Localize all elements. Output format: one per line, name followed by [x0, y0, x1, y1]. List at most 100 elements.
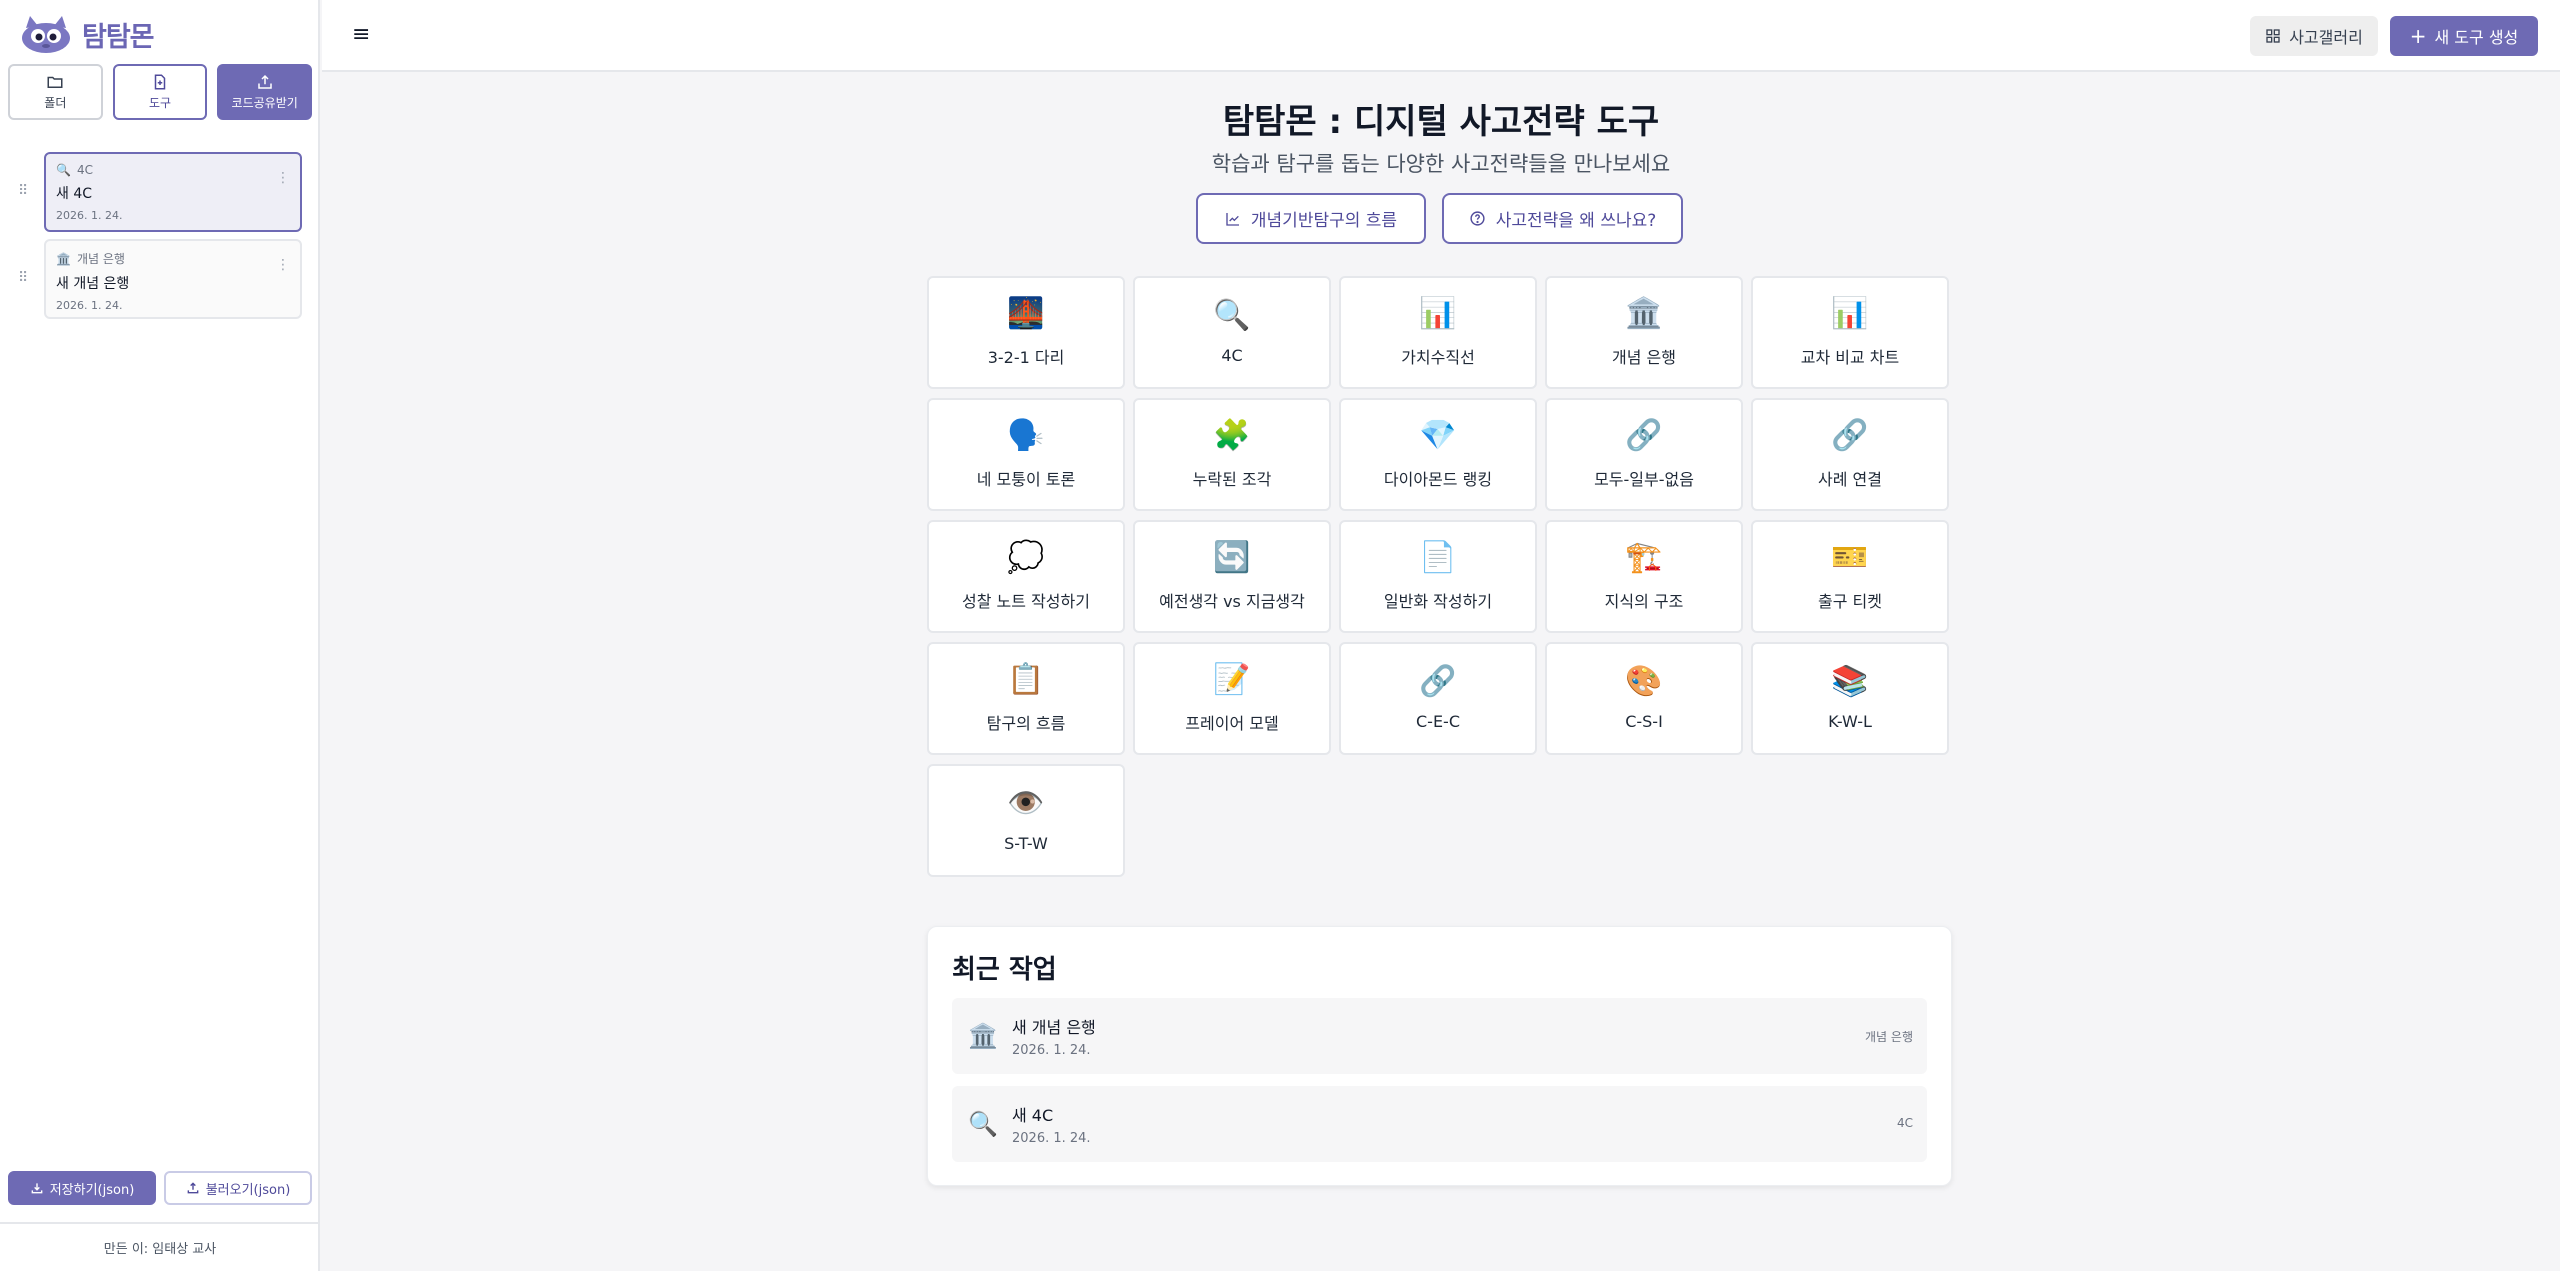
ticket-icon: 🎫	[1831, 539, 1869, 575]
drag-handle-icon[interactable]: ⠿	[18, 271, 28, 285]
tool-card-stw[interactable]: 👁️ S-T-W	[927, 764, 1125, 877]
magnifier-icon: 🔍	[56, 163, 71, 177]
file-type: 🏛️ 개념 은행	[56, 250, 290, 267]
books-icon: 📚	[1831, 664, 1869, 699]
new-tool-button[interactable]: + 새 도구 생성	[2390, 16, 2538, 56]
recent-item[interactable]: 🏛️ 새 개념 은행 2026. 1. 24. 개념 은행	[952, 998, 1927, 1074]
diamond-icon: 💎	[1419, 417, 1457, 453]
sidebar-footer: 만든 이: 임태상 교사	[0, 1222, 320, 1271]
recent-item-name: 새 개념 은행	[1012, 1018, 1096, 1037]
why-strategies-button[interactable]: 사고전략을 왜 쓰나요?	[1442, 193, 1683, 244]
download-icon	[31, 1183, 43, 1194]
receive-code-button[interactable]: 코드공유받기	[217, 64, 313, 120]
palette-icon: 🎨	[1625, 664, 1663, 699]
tool-card-case-connection[interactable]: 🔗 사례 연결	[1751, 398, 1949, 511]
refresh-icon: 🔄	[1213, 539, 1251, 575]
why-strategies-label: 사고전략을 왜 쓰나요?	[1495, 211, 1657, 231]
inquiry-flow-label: 개념기반탐구의 흐름	[1250, 211, 1398, 231]
construction-icon: 🏗️	[1625, 539, 1663, 575]
recent-work-title: 최근 작업	[952, 955, 1057, 985]
tool-label: 누락된 조각	[1192, 469, 1272, 489]
drag-handle-icon[interactable]: ⠿	[18, 184, 28, 198]
speaking-head-icon: 🗣️	[1007, 417, 1045, 453]
tool-label: C-E-C	[1416, 712, 1460, 731]
tool-card-diamond-ranking[interactable]: 💎 다이아몬드 랭킹	[1339, 398, 1537, 511]
tool-card-value-line[interactable]: 📊 가치수직선	[1339, 276, 1537, 389]
bank-icon: 🏛️	[968, 1022, 998, 1050]
save-json-button[interactable]: 저장하기(json)	[8, 1171, 156, 1205]
memo-icon: 📝	[1213, 661, 1251, 697]
file-list: ⠿ 🔍 4C 새 4C 2026. 1. 24. ⋮ ⠿ 🏛️ 개념 은행 새 …	[12, 152, 308, 326]
recent-item-date: 2026. 1. 24.	[1012, 1043, 1091, 1058]
tool-card-cross-chart[interactable]: 📊 교차 비교 차트	[1751, 276, 1949, 389]
file-io-actions: 저장하기(json) 불러오기(json)	[8, 1171, 312, 1205]
file-row: ⠿ 🔍 4C 새 4C 2026. 1. 24. ⋮	[12, 152, 308, 232]
tool-card-concept-bank[interactable]: 🏛️ 개념 은행	[1545, 276, 1743, 389]
tool-label: 교차 비교 차트	[1800, 347, 1900, 367]
file-type-label: 4C	[76, 163, 93, 177]
file-date: 2026. 1. 24.	[56, 209, 123, 222]
tool-card-frayer-model[interactable]: 📝 프레이어 모델	[1133, 642, 1331, 755]
tool-card-reflection-note[interactable]: 💭 성찰 노트 작성하기	[927, 520, 1125, 633]
tool-card-then-now[interactable]: 🔄 예전생각 vs 지금생각	[1133, 520, 1331, 633]
tool-label: S-T-W	[1004, 834, 1048, 853]
tool-label: 모두-일부-없음	[1594, 469, 1694, 489]
recent-item[interactable]: 🔍 새 4C 2026. 1. 24. 4C	[952, 1086, 1927, 1162]
file-name: 새 4C	[56, 186, 93, 202]
folder-button[interactable]: 폴더	[8, 64, 103, 120]
page-subtitle: 학습과 탐구를 돕는 다양한 사고전략들을 만나보세요	[1211, 152, 1671, 176]
gallery-button[interactable]: 사고갤러리	[2250, 16, 2378, 56]
link-icon: 🔗	[1831, 417, 1869, 453]
tool-label: 4C	[1221, 346, 1243, 365]
sidebar: 탐탐몬 폴더 도구 코드공유받기 ⠿ 🔍 4C 새 4C 2026. 1. 24…	[0, 0, 320, 1271]
save-json-label: 저장하기(json)	[49, 1182, 135, 1198]
tool-card-all-some-none[interactable]: 🔗 모두-일부-없음	[1545, 398, 1743, 511]
load-json-label: 불러오기(json)	[205, 1182, 291, 1198]
inquiry-flow-button[interactable]: 개념기반탐구의 흐름	[1196, 193, 1426, 244]
tool-button[interactable]: 도구	[112, 64, 208, 120]
tool-label: 성찰 노트 작성하기	[962, 591, 1090, 611]
bank-icon: 🏛️	[1625, 295, 1663, 331]
tool-card-csi[interactable]: 🎨 C-S-I	[1545, 642, 1743, 755]
tool-label: 탐구의 흐름	[986, 713, 1066, 733]
help-circle-icon	[1470, 211, 1485, 226]
tool-grid: 🌉 3-2-1 다리 🔍 4C 📊 가치수직선 🏛️ 개념 은행 📊 교차 비교 차트 🗣…	[927, 276, 1952, 877]
file-type: 🔍 4C	[56, 163, 290, 177]
file-plus-icon	[154, 74, 166, 90]
file-card[interactable]: 🏛️ 개념 은행 새 개념 은행 2026. 1. 24. ⋮	[44, 239, 302, 319]
tool-card-kwl[interactable]: 📚 K-W-L	[1751, 642, 1949, 755]
tool-card-knowledge-structure[interactable]: 🏗️ 지식의 구조	[1545, 520, 1743, 633]
tool-label: 3-2-1 다리	[987, 347, 1065, 367]
more-options-icon[interactable]: ⋮	[276, 170, 290, 186]
tool-label: 프레이어 모델	[1185, 713, 1279, 733]
file-card[interactable]: 🔍 4C 새 4C 2026. 1. 24. ⋮	[44, 152, 302, 232]
plus-icon: +	[2409, 24, 2427, 48]
bank-icon: 🏛️	[56, 251, 71, 266]
hero-actions: 개념기반탐구의 흐름 사고전략을 왜 쓰나요?	[1196, 193, 1683, 244]
tool-label: 예전생각 vs 지금생각	[1159, 591, 1305, 611]
tool-label: 일반화 작성하기	[1383, 591, 1493, 611]
tool-label: 가치수직선	[1401, 347, 1475, 367]
new-tool-button-label: 새 도구 생성	[2434, 28, 2519, 47]
tool-label: 네 모퉁이 토론	[976, 469, 1076, 489]
tool-card-cec[interactable]: 🔗 C-E-C	[1339, 642, 1537, 755]
tool-card-missing-piece[interactable]: 🧩 누락된 조각	[1133, 398, 1331, 511]
grid-icon	[2266, 29, 2280, 43]
author-credit: 만든 이: 임태상 교사	[103, 1242, 217, 1257]
menu-icon[interactable]: ≡	[352, 24, 374, 46]
recent-work-panel: 최근 작업 🏛️ 새 개념 은행 2026. 1. 24. 개념 은행 🔍 새 …	[927, 926, 1952, 1186]
tool-card-four-corners[interactable]: 🗣️ 네 모퉁이 토론	[927, 398, 1125, 511]
file-type-label: 개념 은행	[76, 252, 125, 266]
tool-card-321-bridge[interactable]: 🌉 3-2-1 다리	[927, 276, 1125, 389]
link-icon: 🔗	[1625, 417, 1663, 453]
recent-item-text: 새 개념 은행 2026. 1. 24.	[1012, 1014, 1096, 1058]
sidebar-actions: 폴더 도구 코드공유받기	[8, 64, 313, 120]
more-options-icon[interactable]: ⋮	[276, 257, 290, 273]
tool-card-generalization[interactable]: 📄 일반화 작성하기	[1339, 520, 1537, 633]
tool-card-exit-ticket[interactable]: 🎫 출구 티켓	[1751, 520, 1949, 633]
tool-card-4c[interactable]: 🔍 4C	[1133, 276, 1331, 389]
app-logo[interactable]: 탐탐몬	[16, 12, 155, 56]
load-json-button[interactable]: 불러오기(json)	[164, 1171, 312, 1205]
recent-item-name: 새 4C	[1012, 1106, 1054, 1125]
tool-card-inquiry-flow[interactable]: 📋 탐구의 흐름	[927, 642, 1125, 755]
